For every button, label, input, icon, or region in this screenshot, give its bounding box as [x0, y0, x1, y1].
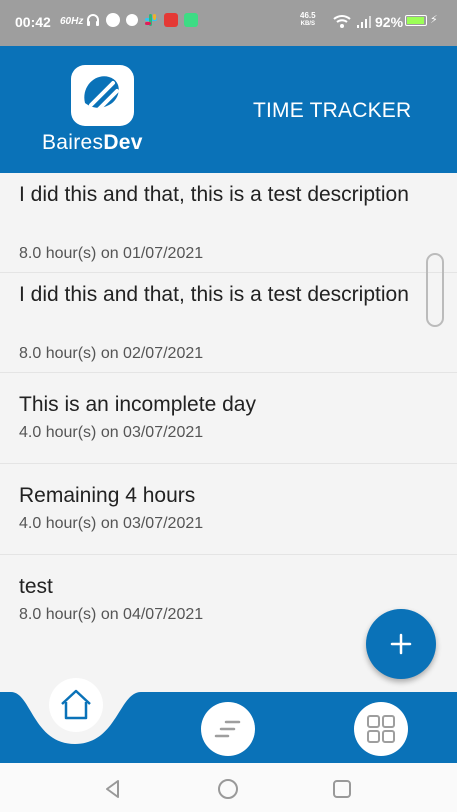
bairesdev-logo-icon	[71, 65, 134, 126]
add-entry-button[interactable]	[366, 609, 436, 679]
brand-wordmark: BairesDev	[42, 131, 143, 155]
battery-percent: 92%	[375, 14, 404, 30]
entry-list[interactable]: I did this and that, this is a test desc…	[0, 173, 457, 647]
refresh-rate: 60Hz	[60, 16, 84, 27]
status-bar: 00:42 60Hz 46.5 KB/S 92% ⚡	[0, 0, 457, 46]
list-item[interactable]: I did this and that, this is a test desc…	[0, 273, 457, 373]
fire-icon	[106, 13, 120, 27]
recents-icon[interactable]	[330, 777, 354, 801]
battery-icon: ⚡	[405, 14, 438, 26]
nav-grid-button[interactable]	[354, 702, 408, 756]
app-header: BairesDev TIME TRACKER	[0, 46, 457, 173]
screen-mirror-icon	[164, 13, 178, 27]
page-title: TIME TRACKER	[253, 99, 412, 122]
android-icon	[184, 13, 198, 27]
headphones-icon	[87, 14, 99, 26]
entry-description: Remaining 4 hours	[19, 484, 196, 507]
notification-icons	[86, 13, 198, 27]
entry-hours: 8.0 hour(s) on 04/07/2021	[19, 606, 204, 623]
entry-description: test	[19, 575, 53, 598]
entry-description: I did this and that, this is a test desc…	[19, 183, 409, 206]
entry-description: This is an incomplete day	[19, 393, 256, 416]
home-circle-icon[interactable]	[216, 777, 240, 801]
plus-icon	[390, 633, 412, 655]
net-speed-value: 46.5	[300, 11, 316, 20]
home-icon	[61, 689, 91, 720]
list-item[interactable]: Remaining 4 hours 4.0 hour(s) on 03/07/2…	[0, 464, 457, 555]
nav-home-button[interactable]	[49, 678, 103, 732]
slack-icon	[145, 14, 157, 26]
list-item[interactable]: I did this and that, this is a test desc…	[0, 173, 457, 273]
entry-hours: 8.0 hour(s) on 02/07/2021	[19, 345, 204, 362]
net-speed-unit: KB/S	[300, 21, 315, 27]
status-time: 00:42	[15, 14, 51, 30]
net-speed: 46.5 KB/S	[300, 11, 316, 29]
brand-bold: Dev	[103, 131, 143, 154]
entry-hours: 8.0 hour(s) on 01/07/2021	[19, 245, 204, 262]
wifi-icon	[333, 15, 351, 28]
charging-icon: ⚡	[430, 14, 438, 26]
filter-list-icon	[214, 720, 241, 738]
signal-icon	[357, 16, 371, 28]
back-icon[interactable]	[101, 777, 125, 801]
battery-fill	[407, 17, 424, 24]
scrollbar[interactable]	[426, 253, 444, 327]
entry-hours: 4.0 hour(s) on 03/07/2021	[19, 515, 204, 532]
grammarly-icon	[126, 14, 138, 26]
entry-description: I did this and that, this is a test desc…	[19, 283, 409, 306]
grid-icon	[367, 715, 395, 743]
entry-hours: 4.0 hour(s) on 03/07/2021	[19, 424, 204, 441]
nav-filter-button[interactable]	[201, 702, 255, 756]
system-navigation-bar	[0, 763, 457, 812]
list-item[interactable]: This is an incomplete day 4.0 hour(s) on…	[0, 373, 457, 464]
bottom-navigation	[0, 678, 457, 763]
brand-regular: Baires	[42, 131, 104, 154]
